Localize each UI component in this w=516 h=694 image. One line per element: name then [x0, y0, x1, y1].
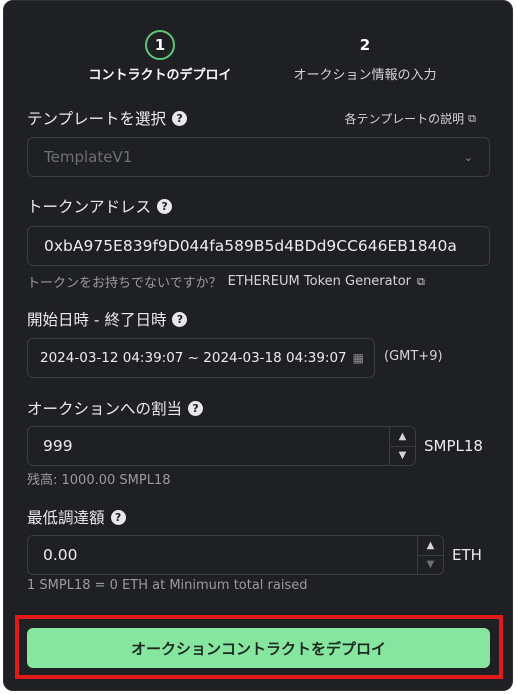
question-circle-icon[interactable]: ?: [172, 110, 188, 126]
step-1-number: 1: [145, 30, 175, 60]
step-2-number: 2: [359, 36, 371, 54]
question-circle-icon[interactable]: ?: [172, 311, 188, 327]
allocation-value: 999: [43, 437, 73, 455]
date-range-value: 2024-03-12 04:39:07 ~ 2024-03-18 04:39:0…: [40, 350, 347, 366]
external-link-icon: ⧉: [417, 274, 425, 288]
template-select[interactable]: TemplateV1 ⌄: [27, 137, 490, 177]
decrement-icon[interactable]: ▼: [390, 445, 415, 466]
increment-icon[interactable]: ▲: [390, 427, 415, 446]
date-range-picker[interactable]: 2024-03-12 04:39:07 ~ 2024-03-18 04:39:0…: [27, 338, 375, 378]
minimum-raise-rate: 1 SMPL18 = 0 ETH at Minimum total raised: [27, 578, 308, 593]
token-generator-link[interactable]: ETHEREUM Token Generator: [228, 274, 411, 289]
template-select-value: TemplateV1: [44, 148, 133, 166]
minimum-raise-unit: ETH: [452, 546, 482, 564]
token-hint: トークンをお持ちでないですか？ ETHEREUM Token Generator…: [27, 272, 425, 291]
minimum-raise-label: 最低調達額 ?: [27, 506, 126, 528]
minimum-raise-stepper: ▲ ▼: [417, 536, 443, 574]
token-hint-text: トークンをお持ちでないですか？: [27, 276, 222, 291]
step-2-label: オークション情報の入力: [293, 68, 437, 83]
minimum-raise-label-text: 最低調達額: [27, 509, 105, 527]
chevron-down-icon: ⌄: [463, 150, 473, 164]
allocation-balance: 残高: 1000.00 SMPL18: [27, 473, 171, 488]
question-circle-icon[interactable]: ?: [188, 400, 204, 416]
question-circle-icon[interactable]: ?: [157, 198, 173, 214]
schedule-label: 開始日時 - 終了日時 ?: [27, 308, 188, 330]
template-docs-link[interactable]: 各テンプレートの説明 ⧉: [344, 110, 476, 127]
token-address-label-text: トークンアドレス: [27, 198, 152, 216]
template-label-text: テンプレートを選択: [27, 110, 167, 128]
step-1: 1 コントラクトのデプロイ: [80, 30, 240, 83]
step-2: 2 オークション情報の入力: [285, 30, 445, 83]
allocation-label: オークションへの割当 ?: [27, 397, 204, 419]
increment-icon[interactable]: ▲: [418, 536, 443, 555]
calendar-icon: ▦: [352, 351, 364, 365]
token-address-label: トークンアドレス ?: [27, 195, 173, 217]
template-docs-link-text[interactable]: 各テンプレートの説明: [344, 110, 464, 127]
decrement-icon[interactable]: ▼: [418, 554, 443, 575]
minimum-raise-value: 0.00: [43, 546, 78, 564]
external-link-icon: ⧉: [468, 111, 476, 125]
minimum-raise-input[interactable]: 0.00 ▲ ▼: [27, 535, 444, 575]
deploy-contract-button[interactable]: オークションコントラクトをデプロイ: [27, 628, 490, 668]
template-label: テンプレートを選択 ?: [27, 107, 188, 129]
step-1-label: コントラクトのデプロイ: [88, 68, 232, 83]
allocation-input[interactable]: 999 ▲ ▼: [27, 426, 416, 466]
timezone-label: (GMT+9): [384, 349, 443, 364]
token-address-input[interactable]: 0xbA975E839f9D044fa589B5d4BDd9CC646EB184…: [27, 226, 490, 266]
question-circle-icon[interactable]: ?: [110, 509, 126, 525]
allocation-stepper: ▲ ▼: [389, 427, 415, 465]
schedule-label-text: 開始日時 - 終了日時: [27, 311, 167, 329]
token-address-value: 0xbA975E839f9D044fa589B5d4BDd9CC646EB184…: [44, 237, 457, 255]
allocation-label-text: オークションへの割当: [27, 400, 183, 418]
allocation-unit: SMPL18: [424, 437, 483, 455]
